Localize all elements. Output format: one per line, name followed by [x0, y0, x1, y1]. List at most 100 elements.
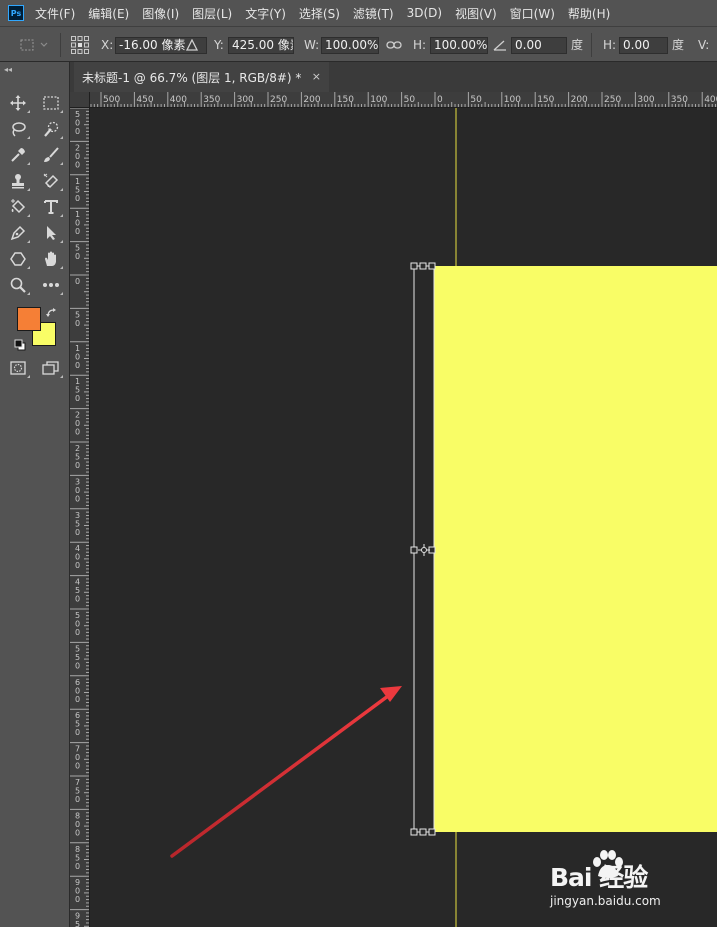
ruler-label: 150: [537, 95, 554, 105]
canvas-drawing: [170, 108, 717, 927]
watermark-url: jingyan.baidu.com: [550, 894, 661, 908]
type-icon[interactable]: [39, 196, 63, 218]
tools-panel: ◂◂: [0, 62, 70, 927]
transform-preset-icon: [20, 39, 48, 50]
ruler-label: 0: [75, 561, 80, 570]
ruler-label: 200: [571, 95, 588, 105]
ruler-label: 0: [75, 895, 80, 904]
ruler-label: 400: [704, 95, 717, 105]
ruler-label: 0: [75, 227, 80, 236]
default-colors-icon[interactable]: [14, 336, 26, 355]
ruler-label: 50: [470, 95, 482, 105]
ruler-label: 0: [75, 361, 80, 370]
ruler-label: 100: [504, 95, 521, 105]
document-tab[interactable]: 未标题-1 @ 66.7% (图层 1, RGB/8#) * ×: [74, 62, 329, 92]
vertical-ruler[interactable]: 5002001501005005010015020025030035040045…: [70, 108, 90, 927]
horizontal-ruler[interactable]: 500 450 400 350 300 250 200 150 100 50 0 50 100 150 20…: [90, 92, 717, 108]
marquee-icon[interactable]: [39, 92, 63, 114]
brush-icon[interactable]: [39, 144, 63, 166]
transform-handles[interactable]: [410, 262, 436, 836]
vertical-ruler-ticks: 5002001501005005010015020025030035040045…: [70, 108, 89, 927]
ruler-label: 0: [75, 762, 80, 771]
hand-icon[interactable]: [39, 248, 63, 270]
ruler-origin[interactable]: [70, 92, 90, 108]
quick-select-icon[interactable]: [39, 118, 63, 140]
ruler-label: 500: [103, 95, 120, 105]
menu-select[interactable]: 选择(S): [299, 5, 340, 22]
document-tab-bar: 未标题-1 @ 66.7% (图层 1, RGB/8#) * ×: [70, 62, 717, 92]
delta-icon[interactable]: [186, 27, 198, 62]
menu-layer[interactable]: 图层(L): [192, 5, 232, 22]
y-position-input[interactable]: 425.00 像素: [228, 37, 294, 54]
ruler-label: 0: [75, 528, 80, 537]
ruler-label: 0: [75, 494, 80, 503]
pivot-point-icon[interactable]: [418, 544, 430, 556]
menu-type[interactable]: 文字(Y): [245, 5, 286, 22]
menu-image[interactable]: 图像(I): [142, 5, 179, 22]
ruler-label: 0: [75, 728, 80, 737]
shape-icon[interactable]: [6, 248, 30, 270]
swap-colors-icon[interactable]: [46, 304, 58, 323]
menu-3d[interactable]: 3D(D): [407, 6, 442, 20]
document-tab-title: 未标题-1 @ 66.7% (图层 1, RGB/8#) *: [82, 70, 302, 85]
menu-file[interactable]: 文件(F): [35, 5, 75, 22]
reference-point-grid[interactable]: [70, 27, 90, 62]
ruler-label: 0: [75, 394, 80, 403]
collapse-panel-icon[interactable]: ◂◂: [4, 65, 12, 74]
menu-window[interactable]: 窗口(W): [510, 5, 555, 22]
move-icon[interactable]: [6, 92, 30, 114]
ruler-label: 0: [75, 194, 80, 203]
ruler-label: 150: [337, 95, 354, 105]
tool-preset-picker[interactable]: [18, 27, 48, 62]
ruler-label: 0: [75, 127, 80, 136]
skew-v-label: V:: [698, 37, 710, 52]
stamp-icon[interactable]: [6, 170, 30, 192]
menu-view[interactable]: 视图(V): [455, 5, 497, 22]
rotation-input[interactable]: 0.00: [511, 37, 567, 54]
ruler-label: 0: [75, 628, 80, 637]
annotation-arrow: [170, 686, 402, 858]
zoom-icon[interactable]: [6, 274, 30, 296]
more-icon[interactable]: [39, 274, 63, 296]
ruler-label: 300: [237, 95, 254, 105]
x-label: X:: [101, 37, 114, 52]
menu-filter[interactable]: 滤镜(T): [353, 5, 394, 22]
ruler-label: 250: [270, 95, 287, 105]
baidu-jingyan-watermark: Bai 经验 jingyan.baidu.com: [550, 850, 717, 910]
ruler-label: 0: [437, 95, 443, 105]
ruler-label: 0: [75, 252, 80, 261]
ruler-label: 0: [75, 428, 80, 437]
skew-unit-label: 度: [672, 38, 685, 52]
path-select-icon[interactable]: [39, 222, 63, 244]
screen-mode-icon[interactable]: [39, 357, 63, 379]
quick-mask-icon[interactable]: [6, 357, 30, 379]
ruler-label: 0: [75, 828, 80, 837]
options-divider: [591, 33, 592, 57]
close-tab-icon[interactable]: ×: [312, 70, 321, 83]
lasso-icon[interactable]: [6, 118, 30, 140]
ruler-label: 200: [303, 95, 320, 105]
ruler-label: 0: [75, 661, 80, 670]
watermark-text: Bai 经验: [550, 863, 648, 892]
link-icon[interactable]: [386, 27, 402, 62]
height-input[interactable]: 100.00%: [430, 37, 488, 54]
yellow-layer[interactable]: [434, 266, 717, 832]
angle-icon: [493, 27, 507, 62]
width-input[interactable]: 100.00%: [321, 37, 379, 54]
ruler-label: 450: [136, 95, 153, 105]
eyedropper-icon[interactable]: [6, 144, 30, 166]
h-label: H:: [413, 37, 427, 52]
eraser-icon[interactable]: [39, 170, 63, 192]
pen-icon[interactable]: [6, 222, 30, 244]
menu-edit[interactable]: 编辑(E): [88, 5, 129, 22]
menu-bar: Ps 文件(F) 编辑(E) 图像(I) 图层(L) 文字(Y) 选择(S) 滤…: [0, 0, 717, 26]
ruler-label: 250: [604, 95, 621, 105]
canvas-area[interactable]: [90, 108, 717, 927]
ruler-label: 0: [75, 795, 80, 804]
skew-h-input[interactable]: 0.00: [619, 37, 668, 54]
foreground-color-swatch[interactable]: [17, 307, 41, 331]
ruler-label: 400: [170, 95, 187, 105]
fill-icon[interactable]: [6, 196, 30, 218]
menu-help[interactable]: 帮助(H): [568, 5, 610, 22]
w-label: W:: [304, 37, 320, 52]
